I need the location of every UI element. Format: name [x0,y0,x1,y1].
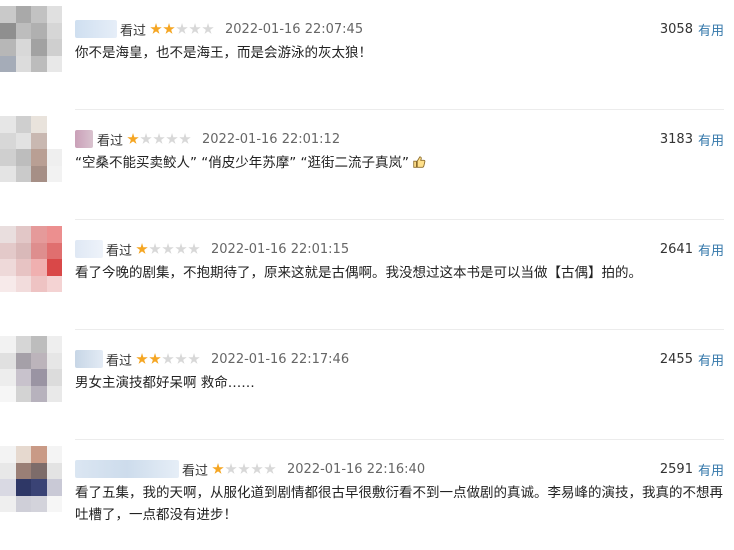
useful-button[interactable]: 有用 [698,130,724,149]
vote-count: 3058 [659,21,693,37]
vote-area: 2641 有用 [659,240,724,259]
username-blurred[interactable] [75,350,103,368]
review-time: 2022-01-16 22:01:15 [211,241,350,257]
star-icon [179,133,191,144]
star-icon [136,243,148,254]
avatar[interactable] [0,6,62,72]
vote-area: 3058 有用 [659,20,724,39]
vote-area: 2455 有用 [659,350,724,369]
watch-status: 看过 [182,463,209,479]
review-item: 看过 2022-01-16 22:01:15 2641 有用 看了今晚的剧集，不… [0,220,734,330]
star-icon [188,243,200,254]
star-icon [149,243,161,254]
star-icon [153,133,165,144]
star-icon [136,353,148,364]
star-icon [238,463,250,474]
useful-button[interactable]: 有用 [698,20,724,39]
rating-stars [150,23,215,35]
review-meta: 看过 2022-01-16 22:07:45 [120,20,364,39]
star-icon [212,463,224,474]
avatar[interactable] [0,226,62,292]
star-icon [175,353,187,364]
review-content: 男女主演技都好呆啊 救命…… [75,375,255,391]
review-item: 看过 2022-01-16 22:16:40 2591 有用 看了五集，我的天啊… [0,440,734,550]
avatar[interactable] [0,446,62,512]
review-meta: 看过 2022-01-16 22:01:15 [106,240,350,259]
review-text: “空桑不能买卖鲛人” “俏皮少年苏摩” “逛街二流子真岚” [75,155,410,171]
star-icon [225,463,237,474]
watch-status: 看过 [106,243,133,259]
username-blurred[interactable] [75,20,117,38]
rating-stars [136,243,201,255]
star-icon [175,243,187,254]
vote-count: 2641 [659,241,693,257]
thumbs-up-icon [413,156,426,168]
review-time: 2022-01-16 22:17:46 [211,351,350,367]
review-item: 看过 2022-01-16 22:01:12 3183 有用 “空桑不能买卖鲛人… [0,110,734,220]
vote-count: 2455 [659,351,693,367]
vote-count: 3183 [659,131,693,147]
username-blurred[interactable] [75,130,93,148]
star-icon [162,353,174,364]
star-icon [264,463,276,474]
review-meta: 看过 2022-01-16 22:17:46 [106,350,350,369]
star-icon [176,23,188,34]
review-content: 看了今晚的剧集，不抱期待了，原来这就是古偶啊。我没想过这本书是可以当做【古偶】拍… [75,265,642,281]
rating-stars [127,133,192,145]
username-blurred[interactable] [75,460,179,478]
star-icon [188,353,200,364]
star-icon [162,243,174,254]
star-icon [202,23,214,34]
star-icon [189,23,201,34]
star-icon [127,133,139,144]
star-icon [140,133,152,144]
watch-status: 看过 [120,23,147,39]
review-time: 2022-01-16 22:16:40 [287,461,426,477]
username-blurred[interactable] [75,240,103,258]
star-icon [163,23,175,34]
review-content: 你不是海皇，也不是海王，而是会游泳的灰太狼！ [75,45,372,61]
review-time: 2022-01-16 22:07:45 [225,21,364,37]
review-content: 看了五集，我的天啊，从服化道到剧情都很古早很敷衍看不到一点做剧的真诚。李易峰的演… [75,485,723,523]
review-item: 看过 2022-01-16 22:17:46 2455 有用 男女主演技都好呆啊… [0,330,734,440]
useful-button[interactable]: 有用 [698,240,724,259]
watch-status: 看过 [97,133,124,149]
rating-stars [136,353,201,365]
review-item: 看过 2022-01-16 22:07:45 3058 有用 你不是海皇，也不是… [0,0,734,110]
vote-area: 3183 有用 [659,130,724,149]
star-icon [149,353,161,364]
avatar[interactable] [0,116,62,182]
review-meta: 看过 2022-01-16 22:16:40 [182,460,426,479]
avatar[interactable] [0,336,62,402]
vote-area: 2591 有用 [659,460,724,479]
review-time: 2022-01-16 22:01:12 [202,131,341,147]
vote-count: 2591 [659,461,693,477]
star-icon [150,23,162,34]
rating-stars [212,463,277,475]
star-icon [251,463,263,474]
useful-button[interactable]: 有用 [698,460,724,479]
review-meta: 看过 2022-01-16 22:01:12 [97,130,341,149]
review-content: “空桑不能买卖鲛人” “俏皮少年苏摩” “逛街二流子真岚” [75,152,727,174]
watch-status: 看过 [106,353,133,369]
star-icon [166,133,178,144]
useful-button[interactable]: 有用 [698,350,724,369]
